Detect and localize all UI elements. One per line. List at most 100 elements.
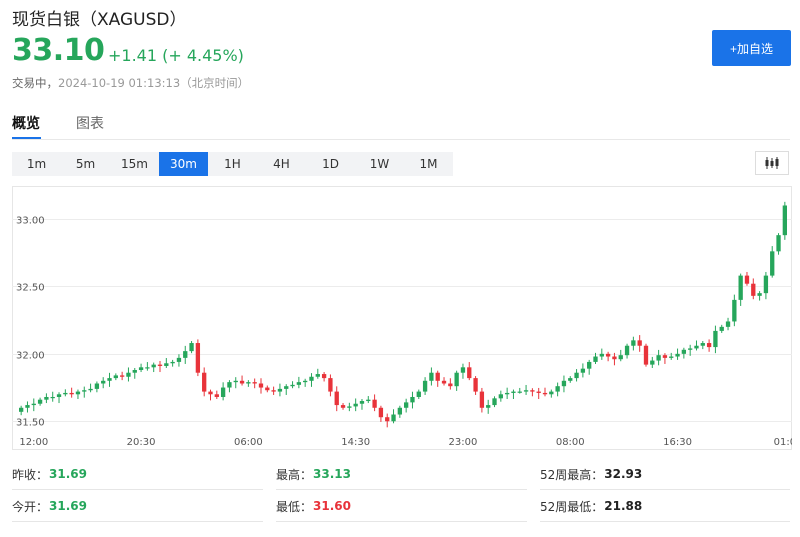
candle-body bbox=[50, 396, 55, 399]
x-tick-label: 06:00 bbox=[234, 437, 263, 448]
stat-low: 最低： 31.60 bbox=[276, 491, 351, 521]
candle bbox=[397, 405, 402, 418]
candle-body bbox=[542, 392, 548, 395]
period-5m[interactable]: 5m bbox=[61, 152, 110, 176]
candle-body bbox=[460, 367, 466, 373]
trading-status: 交易中，2024-10-19 01:13:13（北京时间） bbox=[12, 75, 249, 91]
stat-label: 今开： bbox=[12, 499, 49, 514]
period-1w[interactable]: 1W bbox=[355, 152, 404, 176]
candle-body bbox=[145, 367, 150, 369]
candle bbox=[220, 382, 226, 401]
candle-body bbox=[138, 367, 144, 371]
candle bbox=[435, 370, 440, 387]
candle bbox=[328, 374, 333, 397]
candle-body bbox=[94, 383, 100, 389]
period-1mo[interactable]: 1M bbox=[404, 152, 453, 176]
candle bbox=[353, 398, 358, 412]
period-30m[interactable]: 30m bbox=[159, 152, 208, 176]
candle bbox=[126, 367, 131, 382]
stat-52w-high: 52周最高： 32.93 bbox=[540, 459, 642, 489]
candle-body bbox=[132, 370, 137, 373]
candle bbox=[258, 378, 264, 394]
candle-body bbox=[523, 390, 529, 392]
period-15m[interactable]: 15m bbox=[110, 152, 159, 176]
candle-body bbox=[555, 386, 560, 392]
candle-body bbox=[164, 363, 169, 366]
candle-body bbox=[119, 375, 125, 377]
candle-body bbox=[744, 275, 750, 284]
candle-body bbox=[738, 275, 743, 300]
candle bbox=[763, 271, 769, 300]
candle bbox=[334, 386, 339, 412]
candle-body bbox=[637, 340, 642, 346]
candle-body bbox=[246, 382, 251, 384]
chart-type-button[interactable] bbox=[755, 151, 789, 175]
candle-body bbox=[353, 403, 358, 407]
candle-body bbox=[303, 380, 308, 383]
candle-body bbox=[233, 380, 238, 383]
candle bbox=[214, 390, 219, 400]
candle bbox=[404, 398, 409, 413]
candle-body bbox=[416, 391, 421, 397]
tab-chart[interactable]: 图表 bbox=[76, 113, 104, 133]
period-4h[interactable]: 4H bbox=[257, 152, 306, 176]
period-1m[interactable]: 1m bbox=[12, 152, 61, 176]
page-title: 现货白银（XAGUSD） bbox=[12, 10, 187, 30]
candle bbox=[107, 372, 112, 387]
candle bbox=[246, 380, 251, 387]
timestamp: 2024-10-19 01:13:13（北京时间） bbox=[58, 76, 250, 90]
candle-body bbox=[157, 364, 163, 366]
candle bbox=[479, 387, 485, 413]
candle-body bbox=[587, 361, 592, 369]
stat-value: 21.88 bbox=[604, 499, 643, 513]
candle-body bbox=[195, 343, 201, 373]
candle bbox=[151, 362, 156, 373]
candlestick-icon bbox=[765, 157, 779, 169]
candle bbox=[555, 382, 560, 397]
candle bbox=[725, 317, 731, 331]
candle-body bbox=[19, 407, 24, 412]
candle-body bbox=[296, 382, 302, 385]
period-1h[interactable]: 1H bbox=[208, 152, 257, 176]
x-tick-label: 14:30 bbox=[341, 437, 370, 448]
price-change: +1.41 (+ 4.45%) bbox=[108, 46, 244, 65]
candle-body bbox=[757, 293, 762, 296]
candle-body bbox=[189, 343, 194, 352]
stat-value: 31.60 bbox=[313, 499, 351, 513]
add-watchlist-button[interactable]: +加自选 bbox=[712, 30, 791, 66]
candle-body bbox=[183, 351, 188, 358]
x-tick-label: 16:30 bbox=[663, 437, 692, 448]
candle-body bbox=[662, 355, 668, 358]
candle bbox=[69, 387, 74, 398]
candle-body bbox=[631, 340, 636, 346]
candle-body bbox=[681, 349, 687, 354]
candle-body bbox=[694, 345, 699, 349]
candle-body bbox=[252, 382, 257, 384]
candle bbox=[372, 394, 377, 412]
candle bbox=[719, 324, 724, 333]
period-1d[interactable]: 1D bbox=[306, 152, 355, 176]
candle bbox=[770, 246, 775, 278]
candle-body bbox=[220, 387, 226, 397]
candle-body bbox=[517, 391, 522, 393]
candle bbox=[315, 368, 320, 379]
candle-body bbox=[258, 383, 264, 388]
candle-body bbox=[498, 394, 503, 399]
candle-body bbox=[315, 374, 320, 377]
current-price: 33.10 bbox=[12, 33, 105, 68]
stat-label: 52周最高： bbox=[540, 467, 604, 482]
candle bbox=[63, 389, 68, 397]
candle bbox=[713, 325, 718, 354]
candle-body bbox=[549, 391, 554, 395]
candle-body bbox=[643, 345, 649, 365]
candle-body bbox=[410, 396, 415, 403]
candle bbox=[605, 351, 611, 362]
stat-value: 32.93 bbox=[604, 467, 643, 481]
candle-body bbox=[82, 390, 87, 392]
candle-body bbox=[88, 388, 93, 391]
candle bbox=[561, 375, 567, 393]
tab-overview[interactable]: 概览 bbox=[12, 113, 40, 133]
price-chart[interactable]: 31.50 32.00 32.50 33.00 12:00 20:30 06:00 14:30… bbox=[12, 186, 792, 450]
candle bbox=[233, 377, 238, 389]
candle bbox=[359, 399, 365, 410]
